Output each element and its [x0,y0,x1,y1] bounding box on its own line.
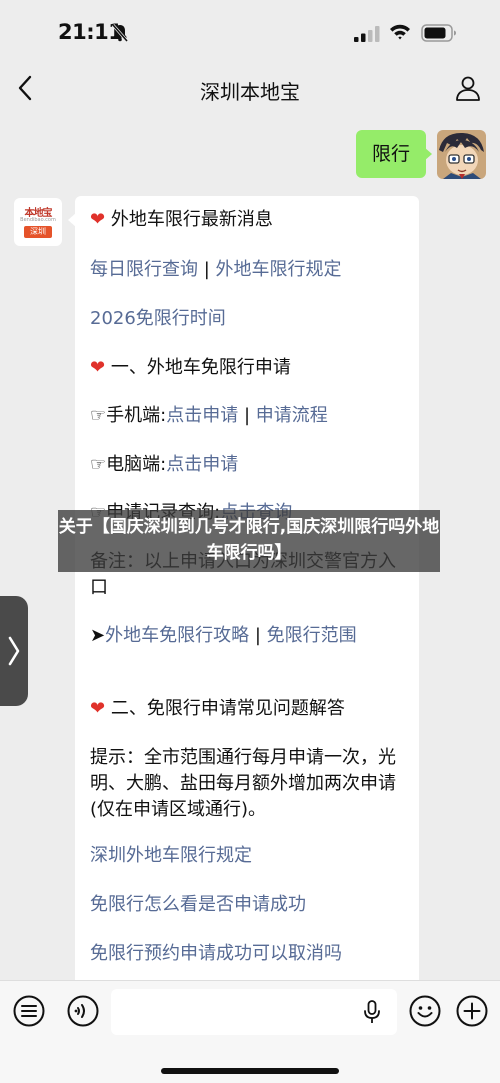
user-avatar-image [437,130,486,179]
battery-icon [421,24,456,42]
bot-avatar[interactable]: 本地宝 Bendibao.com 深圳 [14,198,62,246]
pc-row: ☞电脑端:点击申请 [90,452,238,478]
mobile-label: ☞手机端: [90,405,167,426]
exemption-guide-link[interactable]: 外地车免限行攻略 [105,625,249,646]
overlay-title-text: 关于【国庆深圳到几号才限行,国庆深圳限行吗外地车限行吗】 [58,517,440,563]
separator: | [203,259,210,280]
guide-row: ➤外地车免限行攻略 | 免限行范围 [90,623,357,649]
bot-logo-subtext: Bendibao.com [20,217,56,223]
cellular-signal-icon [354,26,380,42]
heart-icon: ❤ [90,209,106,230]
daily-restriction-link[interactable]: 每日限行查询 [90,259,198,280]
message-text-input[interactable] [111,989,397,1035]
section-1-heading: ❤ 一、外地车免限行申请 [90,355,291,381]
bubble-tail [424,147,432,161]
separator: | [254,625,261,646]
section-2-text: 二、免限行申请常见问题解答 [110,698,345,719]
chat-title: 深圳本地宝 [200,80,300,104]
exemption-scope-link[interactable]: 免限行范围 [267,625,357,646]
tip-text: 提示：全市范围通行每月申请一次，光明、大鹏、盐田每月额外增加两次申请 (仅在申请… [90,747,396,820]
menu-list-icon[interactable] [13,995,45,1027]
mobile-apply-link[interactable]: 点击申请 [166,405,238,426]
pc-apply-link[interactable]: 点击申请 [166,454,238,475]
wifi-icon [390,24,410,40]
link-row-1: 每日限行查询 | 外地车限行规定 [90,257,342,283]
user-message-bubble[interactable]: 限行 [356,130,426,178]
faq-link-rules[interactable]: 深圳外地车限行规定 [90,843,252,869]
separator: | [243,405,251,426]
article-title-overlay: 关于【国庆深圳到几号才限行,国庆深圳限行吗外地车限行吗】 [58,510,440,572]
mobile-row: ☞手机端:点击申请 | 申请流程 [90,403,328,429]
status-bar: 21:11 [0,0,500,62]
exemption-time-link[interactable]: 2026免限行时间 [90,306,226,332]
apply-process-link[interactable]: 申请流程 [256,405,328,426]
mute-bell-icon [112,24,128,42]
section-1-text: 一、外地车免限行申请 [110,357,291,378]
faq-link-cancel[interactable]: 免限行预约申请成功可以取消吗 [90,941,342,967]
arrow-bullet: ➤ [90,625,106,646]
restriction-rules-link[interactable]: 外地车限行规定 [216,259,342,280]
chevron-right-icon[interactable] [6,634,22,668]
heart-icon: ❤ [90,357,106,378]
user-avatar[interactable] [437,130,486,179]
section-2-heading: ❤ 二、免限行申请常见问题解答 [90,696,345,722]
nav-bar: 深圳本地宝 [0,62,500,114]
faq-link-check-success[interactable]: 免限行怎么看是否申请成功 [90,892,306,918]
voice-input-icon[interactable] [67,995,99,1027]
message-heading: ❤ 外地车限行最新消息 [90,207,273,233]
microphone-icon[interactable] [363,1000,381,1024]
home-indicator[interactable] [161,1068,339,1074]
add-more-icon[interactable] [456,995,488,1027]
heart-icon: ❤ [90,698,106,719]
pc-label: ☞电脑端: [90,454,167,475]
profile-person-icon[interactable] [455,75,481,101]
emoji-icon[interactable] [409,995,441,1027]
bot-city-badge: 深圳 [24,226,52,238]
heading-text: 外地车限行最新消息 [110,209,273,230]
